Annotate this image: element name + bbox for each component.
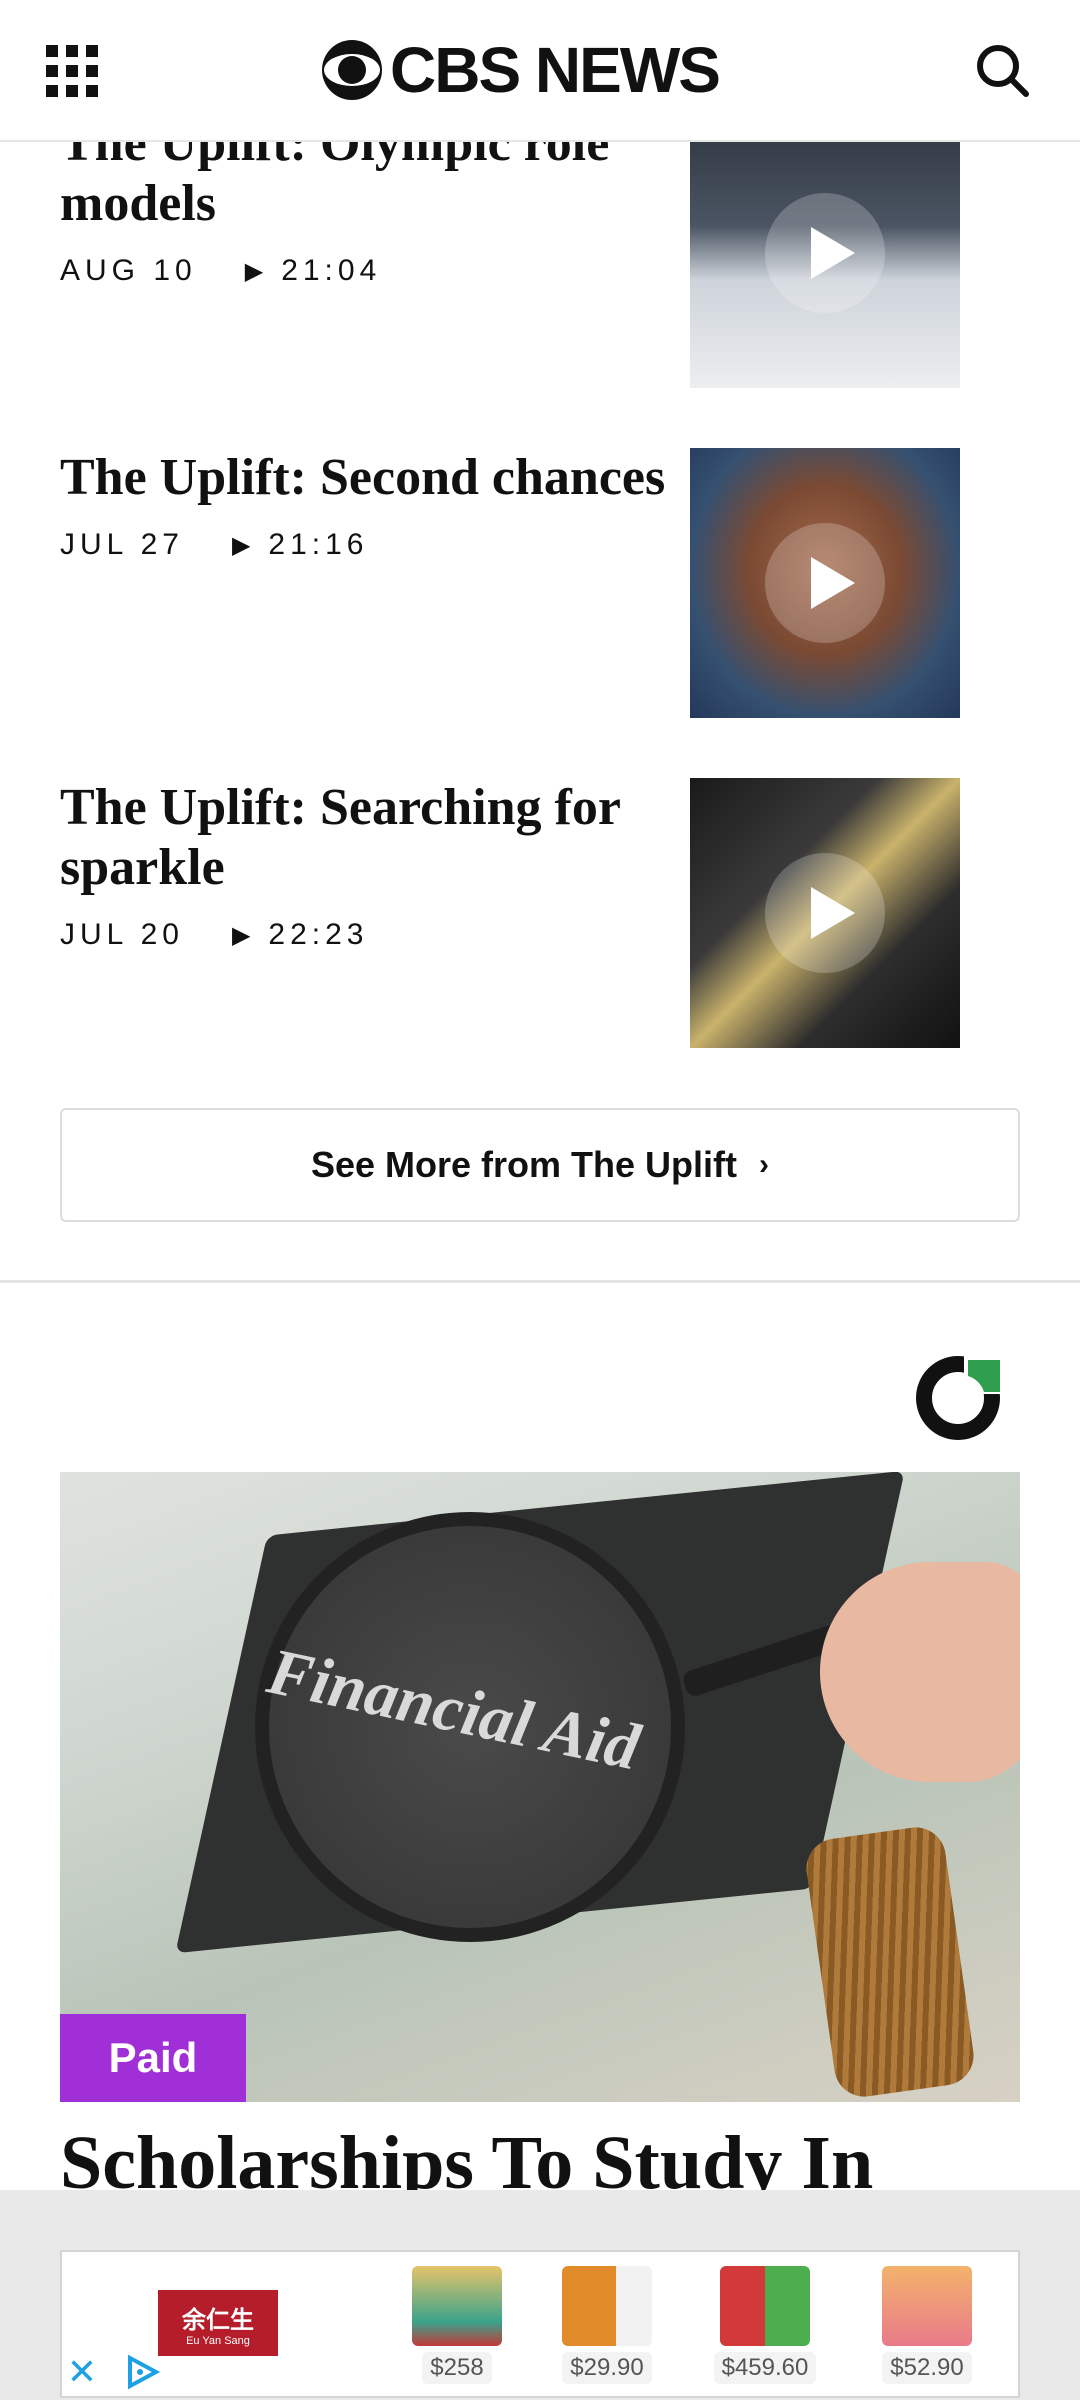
see-more-label: See More from The Uplift [310,1144,738,1185]
play-icon: ▶ [231,921,251,949]
article-date: AUG 10 [60,254,197,287]
play-icon: ▶ [244,257,264,285]
adchoices-icon[interactable] [122,2352,162,2392]
article-date: JUL 20 [60,918,184,951]
chevron-right-icon: › [759,1148,770,1181]
top-header: CBS NEWS [0,0,1080,142]
banner-ad-container: 余仁生 Eu Yan Sang $258 $29.90 $459.60 $52.… [0,2190,1080,2400]
close-icon[interactable]: ✕ [62,2352,102,2392]
logo-text: CBS NEWS [390,34,721,106]
sponsored-headline[interactable]: Scholarships To Study In [60,2118,1040,2190]
product-item[interactable]: $258 [402,2266,512,2396]
article-duration: 21:04 [281,254,382,287]
cbs-news-logo[interactable]: CBS NEWS [320,30,721,110]
grid-menu-icon[interactable] [46,45,98,97]
search-icon[interactable] [972,40,1032,100]
product-item[interactable]: $459.60 [710,2266,820,2396]
product-image [720,2266,810,2346]
video-thumbnail[interactable] [690,448,960,718]
sponsored-image[interactable]: Financial Aid Paid [60,1472,1020,2102]
play-button-icon[interactable] [765,523,885,643]
article-duration: 21:16 [268,528,369,561]
product-price: $52.90 [882,2352,972,2384]
product-price: $258 [422,2352,492,2384]
section-divider [0,1280,1080,1283]
play-icon: ▶ [231,531,251,559]
product-price: $29.90 [562,2352,652,2384]
product-image [412,2266,502,2346]
play-button-icon[interactable] [765,853,885,973]
product-price: $459.60 [713,2352,817,2384]
see-more-button[interactable]: See More from The Uplift › [60,1108,1020,1222]
hand-shape [820,1562,1020,1782]
video-thumbnail[interactable] [690,118,960,388]
article-title[interactable]: The Uplift: Searching for sparkle [60,778,700,898]
product-image [882,2266,972,2346]
article-title[interactable]: The Uplift: Second chances [60,448,700,508]
cbs-eye-icon [322,40,382,100]
banner-ad[interactable]: 余仁生 Eu Yan Sang $258 $29.90 $459.60 $52.… [60,2250,1020,2398]
sponsor-logo-icon[interactable] [912,1352,1004,1444]
brand-name-en: Eu Yan Sang [186,2334,250,2347]
product-item[interactable]: $52.90 [872,2266,982,2396]
brand-logo[interactable]: 余仁生 Eu Yan Sang [158,2290,278,2356]
article-date: JUL 27 [60,528,184,561]
product-image [562,2266,652,2346]
paid-badge: Paid [60,2014,246,2102]
play-button-icon[interactable] [765,193,885,313]
video-thumbnail[interactable] [690,778,960,1048]
brand-name-cn: 余仁生 [182,2306,254,2334]
product-item[interactable]: $29.90 [552,2266,662,2396]
tassel-shape [802,1823,978,2101]
article-duration: 22:23 [268,918,369,951]
